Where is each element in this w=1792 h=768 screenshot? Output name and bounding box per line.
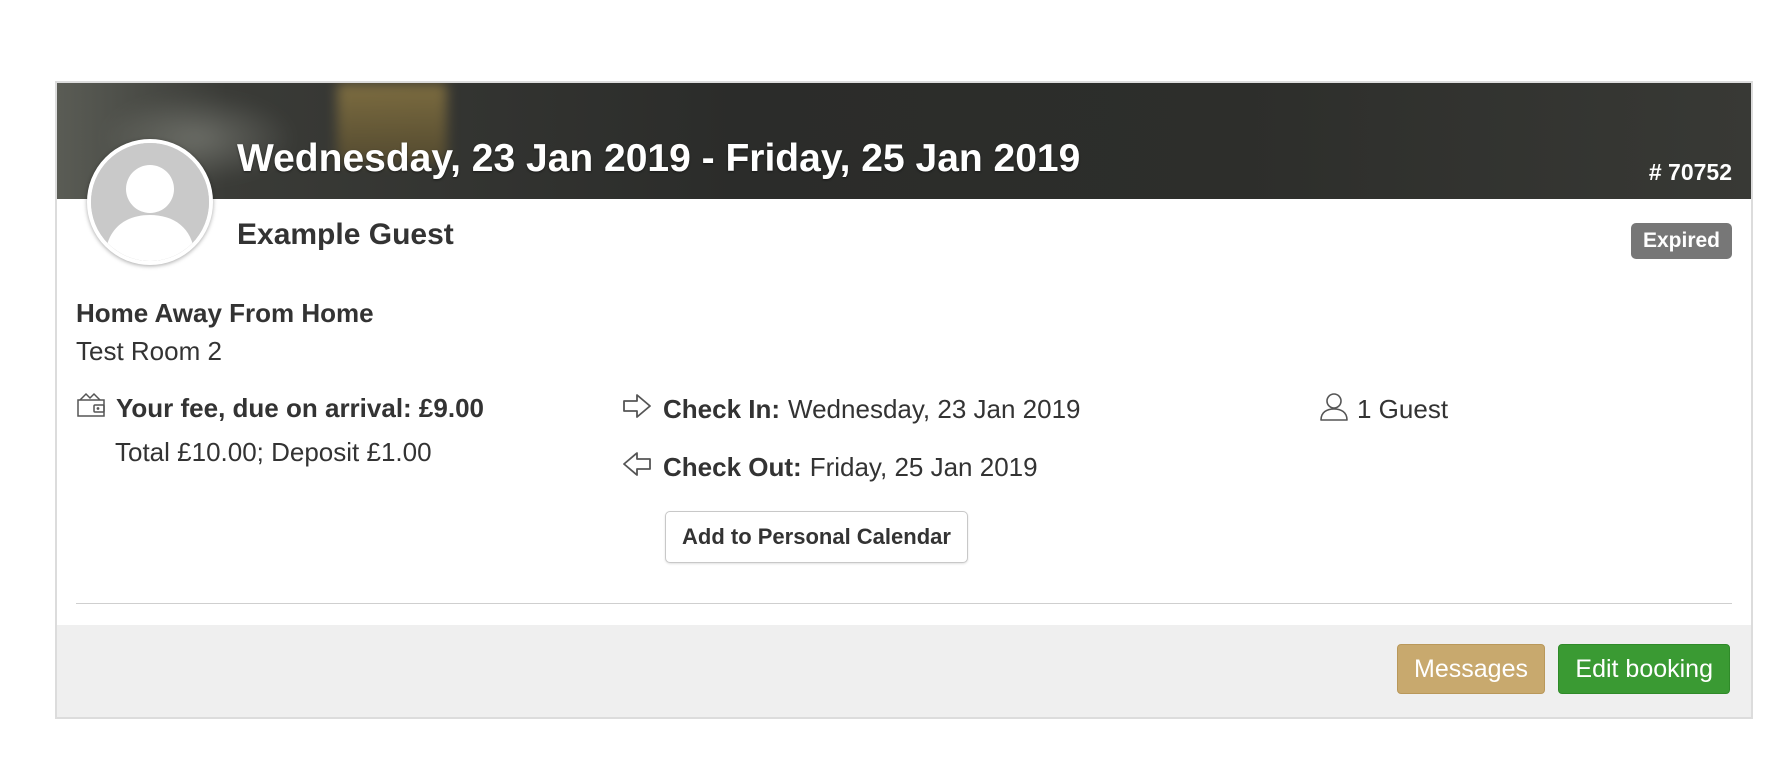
guest-count: 1 Guest	[1319, 392, 1448, 426]
check-in-date: Wednesday, 23 Jan 2019	[788, 393, 1081, 424]
fee-breakdown: Total £10.00; Deposit £1.00	[115, 437, 432, 467]
guest-avatar	[87, 139, 213, 265]
status-badge: Expired	[1630, 223, 1732, 259]
messages-button[interactable]: Messages	[1397, 644, 1545, 694]
check-in-row: Check In: Wednesday, 23 Jan 2019	[622, 392, 1081, 426]
section-divider	[76, 603, 1732, 604]
room-name: Test Room 2	[76, 336, 222, 366]
check-in-label: Check In:	[663, 393, 781, 424]
guest-name: Example Guest	[237, 218, 454, 251]
booking-date-range: Wednesday, 23 Jan 2019 - Friday, 25 Jan …	[237, 137, 1081, 180]
property-name: Home Away From Home	[76, 298, 374, 328]
guest-count-text: 1 Guest	[1357, 393, 1449, 424]
booking-actions-footer: Messages Edit booking	[57, 625, 1751, 717]
fee-due-text: Your fee, due on arrival: £9.00	[116, 393, 484, 423]
check-out-label: Check Out:	[663, 451, 802, 482]
user-icon	[1319, 391, 1349, 428]
arrow-left-icon	[622, 451, 652, 484]
arrow-right-icon	[622, 393, 652, 426]
edit-booking-button[interactable]: Edit booking	[1558, 644, 1730, 694]
fee-due-line: Your fee, due on arrival: £9.00	[76, 392, 484, 425]
add-to-calendar-button[interactable]: Add to Personal Calendar	[665, 511, 968, 563]
booking-id: # 70752	[1648, 159, 1732, 185]
user-silhouette-icon	[91, 143, 209, 261]
booking-card: Wednesday, 23 Jan 2019 - Friday, 25 Jan …	[55, 81, 1753, 719]
check-dates: Check In: Wednesday, 23 Jan 2019 Check O…	[622, 392, 1081, 484]
check-out-row: Check Out: Friday, 25 Jan 2019	[622, 450, 1081, 484]
wallet-icon	[76, 392, 106, 425]
booking-banner: Wednesday, 23 Jan 2019 - Friday, 25 Jan …	[57, 83, 1751, 199]
fee-section: Your fee, due on arrival: £9.00 Total £1…	[76, 392, 484, 468]
check-out-date: Friday, 25 Jan 2019	[809, 451, 1038, 482]
